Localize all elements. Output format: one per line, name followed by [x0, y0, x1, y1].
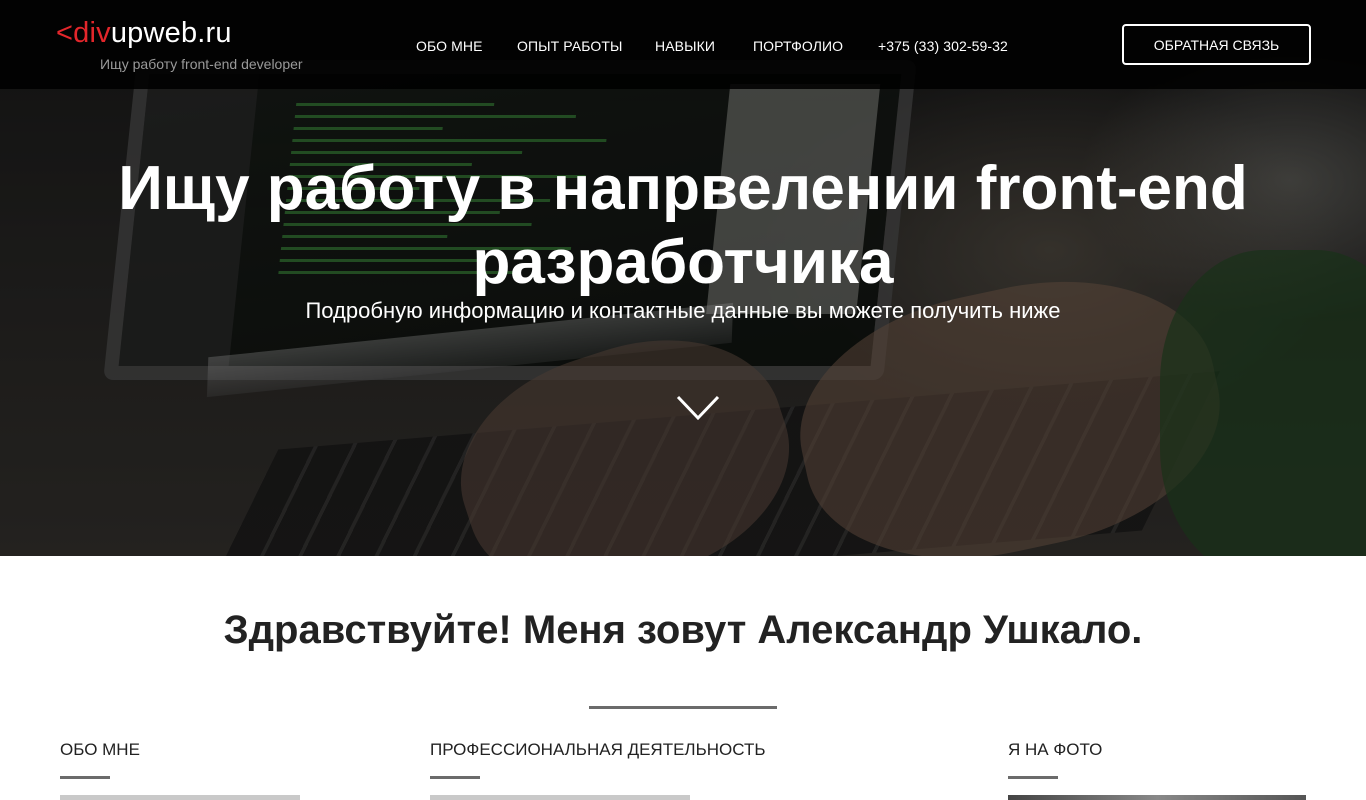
feedback-button[interactable]: ОБРАТНАЯ СВЯЗЬ [1122, 24, 1311, 65]
col-title-about: ОБО МНЕ [60, 740, 140, 759]
hero-title-line2: разработчика [472, 228, 894, 297]
col-title-photo: Я НА ФОТО [1008, 740, 1103, 759]
col-title-professional: ПРОФЕССИОНАЛЬНАЯ ДЕЯТЕЛЬНОСТЬ [430, 740, 766, 759]
nav-portfolio[interactable]: ПОРТФОЛИО [753, 38, 843, 54]
nav-phone[interactable]: +375 (33) 302-59-32 [878, 38, 1008, 54]
col-underline [60, 776, 110, 779]
site-header: <divupweb.ru Ищу работу front-end develo… [0, 0, 1366, 89]
profile-photo [1008, 795, 1306, 800]
hero-subtitle: Подробную информацию и контактные данные… [305, 298, 1061, 323]
site-tagline: Ищу работу front-end developer [100, 56, 303, 72]
logo-accent: <div [56, 17, 111, 49]
col-text [60, 795, 300, 800]
site-logo[interactable]: <divupweb.ru [56, 17, 232, 50]
col-underline [430, 776, 480, 779]
hero-title-line1: Ищу работу в напрвелении front-end [118, 154, 1248, 223]
logo-text: upweb.ru [110, 17, 232, 49]
nav-experience[interactable]: ОПЫТ РАБОТЫ [517, 38, 623, 54]
hero-title: Ищу работу в напрвелении front-end разра… [0, 152, 1366, 300]
section-divider [589, 706, 777, 709]
greeting-heading: Здравствуйте! Меня зовут Александр Ушкал… [223, 608, 1143, 652]
col-text [430, 795, 690, 800]
chevron-down-icon[interactable] [676, 394, 720, 427]
nav-skills[interactable]: НАВЫКИ [655, 38, 715, 54]
col-underline [1008, 776, 1058, 779]
nav-about[interactable]: ОБО МНЕ [416, 38, 483, 54]
